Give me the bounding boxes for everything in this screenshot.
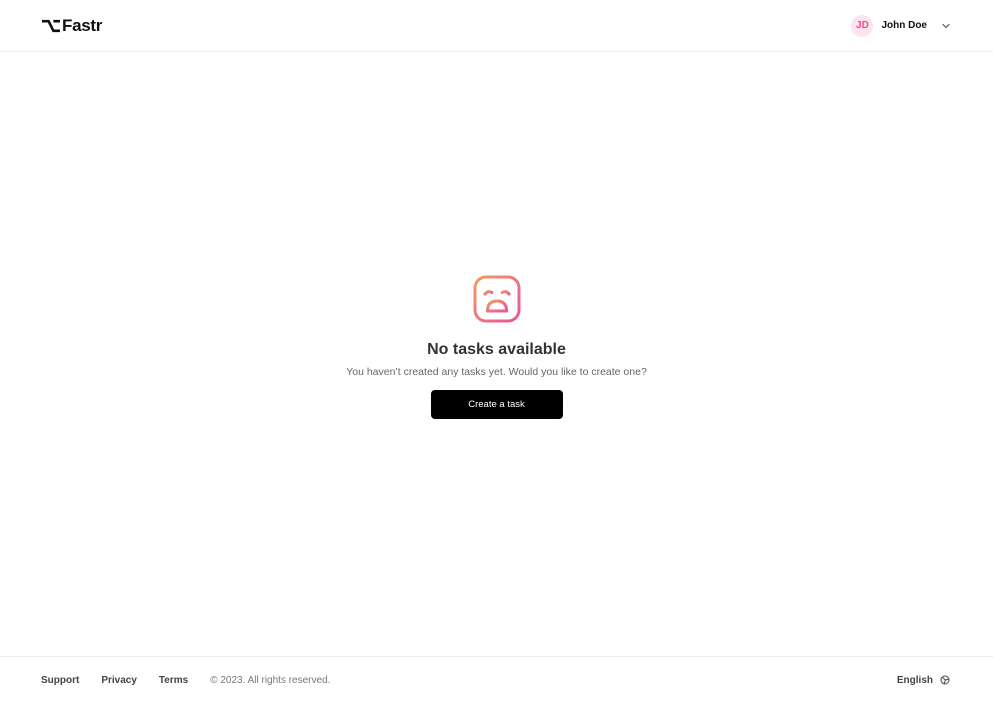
logo-mark-icon xyxy=(42,19,60,32)
user-menu[interactable]: JD John Doe xyxy=(851,14,951,37)
empty-state: No tasks available You haven’t created a… xyxy=(0,275,993,419)
create-task-button[interactable]: Create a task xyxy=(430,389,563,419)
user-name: John Doe xyxy=(881,20,927,31)
top-bar: Fastr JD John Doe xyxy=(0,0,993,52)
app-root: Fastr JD John Doe No tasks available You… xyxy=(0,0,993,703)
avatar-initials: JD xyxy=(856,20,869,31)
footer-link-support[interactable]: Support xyxy=(41,675,79,686)
logo-text: Fastr xyxy=(62,16,103,35)
language-label: English xyxy=(896,674,933,686)
language-selector[interactable]: English xyxy=(897,675,950,686)
logo-link[interactable]: Fastr xyxy=(41,17,102,34)
sad-face-icon xyxy=(473,275,520,323)
footer-links: Support Privacy Terms © 2023. All rights… xyxy=(41,675,330,686)
footer-link-terms[interactable]: Terms xyxy=(159,675,188,686)
footer: Support Privacy Terms © 2023. All rights… xyxy=(0,656,993,703)
chevron-down-icon xyxy=(942,23,950,28)
empty-state-title: No tasks available xyxy=(427,341,566,358)
avatar: JD xyxy=(851,14,874,37)
copyright-text: © 2023. All rights reserved. xyxy=(210,674,331,686)
empty-state-description: You haven’t created any tasks yet. Would… xyxy=(346,366,647,379)
globe-icon xyxy=(940,675,950,685)
footer-link-privacy[interactable]: Privacy xyxy=(101,675,137,686)
